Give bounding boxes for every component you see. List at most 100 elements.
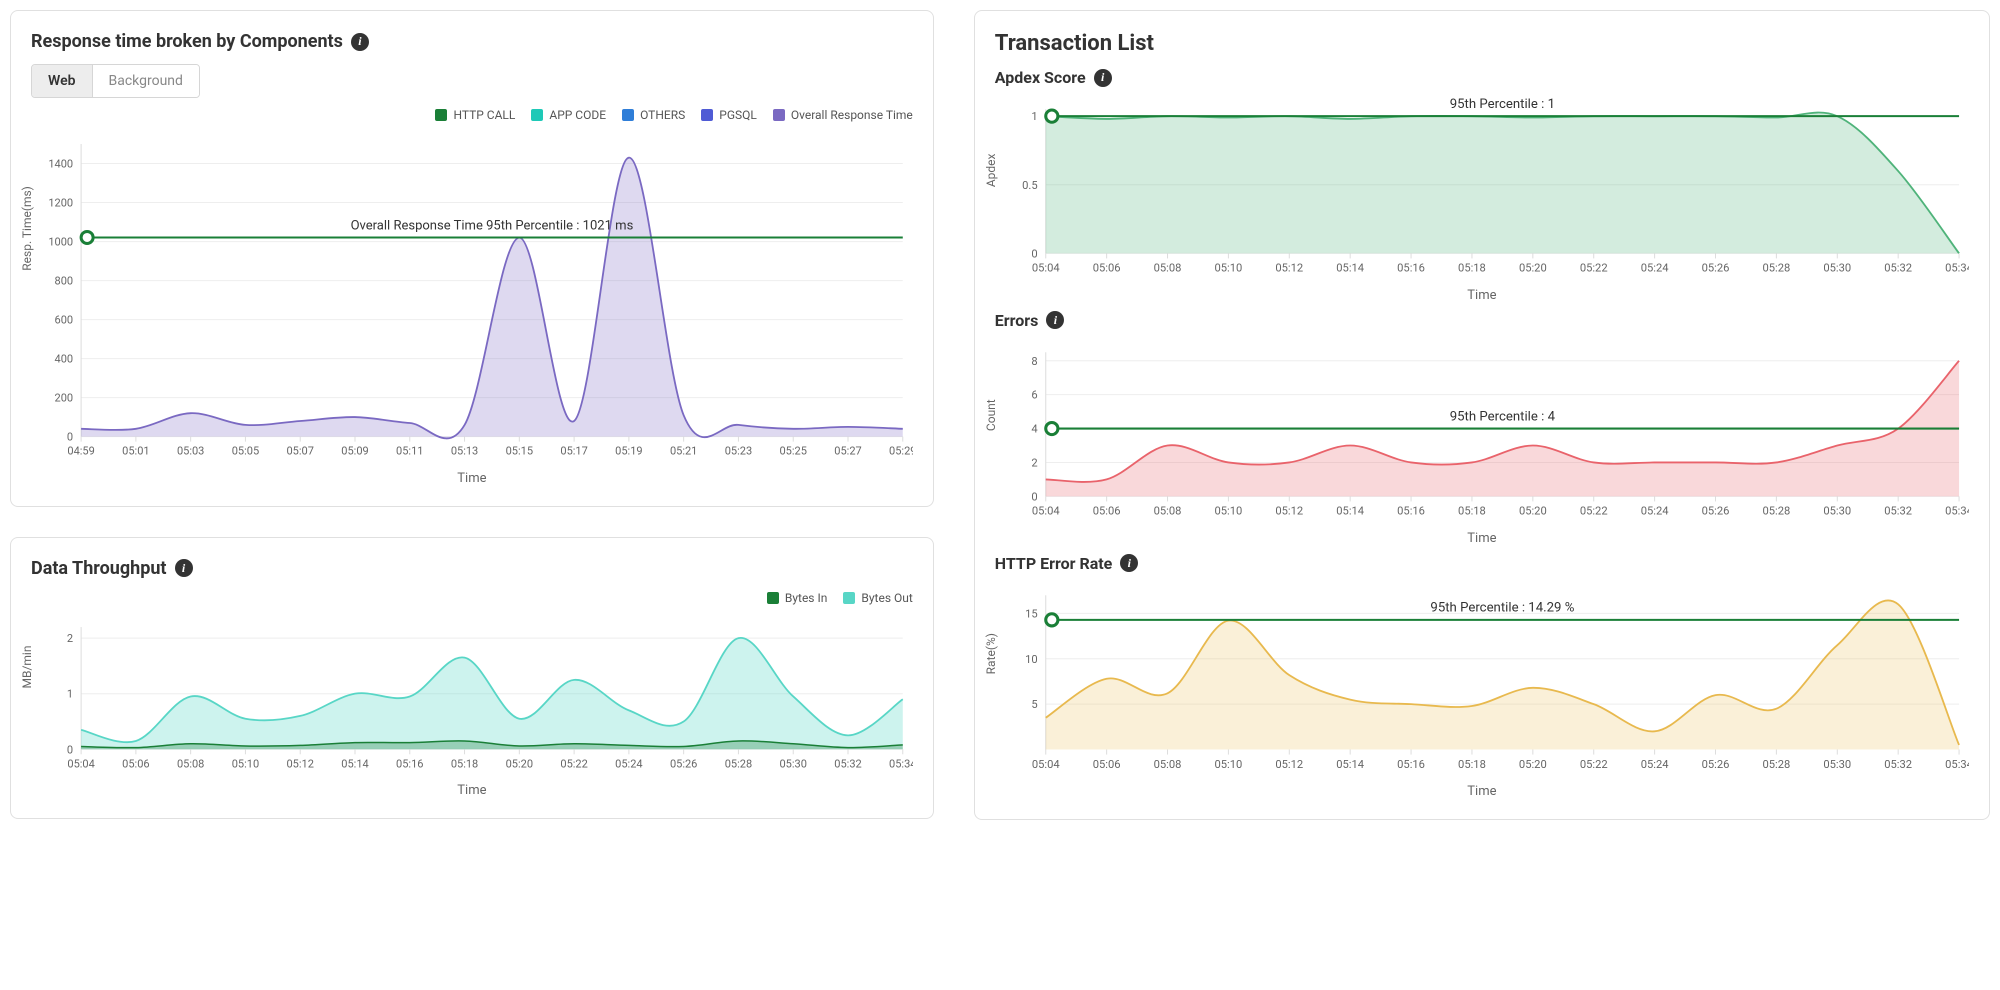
svg-text:05:03: 05:03	[177, 445, 204, 458]
svg-text:05:32: 05:32	[1884, 757, 1912, 770]
svg-text:05:16: 05:16	[396, 757, 423, 770]
svg-text:05:28: 05:28	[1762, 504, 1790, 517]
http-error-rate-chart: Rate(%) 5101595th Percentile : 14.29 %05…	[995, 577, 1969, 799]
svg-text:05:27: 05:27	[834, 445, 861, 458]
throughput-chart: MB/min 01205:0405:0605:0805:1005:1205:14…	[31, 609, 913, 798]
svg-text:05:24: 05:24	[1641, 757, 1670, 770]
svg-text:05:32: 05:32	[834, 757, 861, 770]
info-icon[interactable]: i	[351, 33, 369, 51]
xlabel: Time	[995, 531, 1969, 546]
svg-text:05:16: 05:16	[1397, 262, 1425, 275]
svg-text:04:59: 04:59	[67, 445, 94, 458]
svg-text:1: 1	[67, 687, 73, 700]
legend-bytes-in[interactable]: Bytes In	[767, 591, 828, 605]
svg-text:05:17: 05:17	[560, 445, 587, 458]
svg-text:05:07: 05:07	[286, 445, 313, 458]
legend-pgsql[interactable]: PGSQL	[701, 108, 757, 122]
svg-text:05:06: 05:06	[1093, 757, 1121, 770]
response-time-title-text: Response time broken by Components	[31, 31, 343, 52]
svg-text:05:08: 05:08	[177, 757, 204, 770]
svg-text:2: 2	[1031, 456, 1037, 469]
tab-background[interactable]: Background	[93, 65, 199, 97]
svg-text:05:06: 05:06	[1093, 262, 1121, 275]
svg-text:400: 400	[55, 353, 74, 366]
info-icon[interactable]: i	[175, 559, 193, 577]
svg-text:05:12: 05:12	[1275, 262, 1303, 275]
response-time-legend: HTTP CALL APP CODE OTHERS PGSQL Overall …	[31, 108, 913, 122]
svg-text:05:13: 05:13	[451, 445, 478, 458]
legend-others[interactable]: OTHERS	[622, 108, 685, 122]
apdex-title: Apdex Score i	[995, 68, 1969, 87]
svg-text:8: 8	[1031, 355, 1037, 368]
info-icon[interactable]: i	[1094, 69, 1112, 87]
tab-web[interactable]: Web	[32, 65, 93, 97]
svg-text:600: 600	[55, 314, 74, 327]
svg-text:0: 0	[1031, 490, 1037, 503]
svg-text:1400: 1400	[48, 158, 73, 171]
svg-text:05:24: 05:24	[1641, 262, 1670, 275]
svg-text:05:30: 05:30	[1823, 757, 1851, 770]
svg-text:05:12: 05:12	[1275, 757, 1303, 770]
throughput-title: Data Throughput i	[31, 558, 913, 579]
response-time-chart: Resp. Time(ms) 0200400600800100012001400…	[31, 126, 913, 486]
svg-text:05:34: 05:34	[1945, 757, 1969, 770]
http-error-rate-title: HTTP Error Rate i	[995, 554, 1969, 573]
svg-text:Overall Response Time 95th Per: Overall Response Time 95th Percentile : …	[351, 218, 634, 233]
svg-text:05:06: 05:06	[122, 757, 149, 770]
errors-chart: Count 0246895th Percentile : 405:0405:06…	[995, 334, 1969, 546]
legend-bytes-out[interactable]: Bytes Out	[843, 591, 912, 605]
ylabel: MB/min	[20, 646, 34, 689]
svg-text:05:29: 05:29	[889, 445, 913, 458]
svg-text:05:34: 05:34	[1945, 504, 1969, 517]
svg-text:05:14: 05:14	[1336, 504, 1365, 517]
svg-text:05:20: 05:20	[1519, 504, 1547, 517]
throughput-panel: Data Throughput i Bytes In Bytes Out MB/…	[10, 537, 934, 819]
legend-http-call[interactable]: HTTP CALL	[435, 108, 515, 122]
info-icon[interactable]: i	[1120, 554, 1138, 572]
svg-text:05:22: 05:22	[1580, 757, 1608, 770]
svg-text:05:16: 05:16	[1397, 757, 1425, 770]
info-icon[interactable]: i	[1046, 311, 1064, 329]
svg-text:05:12: 05:12	[1275, 504, 1303, 517]
svg-text:1: 1	[1031, 110, 1037, 123]
svg-text:05:14: 05:14	[1336, 757, 1365, 770]
svg-text:05:04: 05:04	[1032, 262, 1061, 275]
svg-text:05:08: 05:08	[1153, 504, 1181, 517]
svg-text:5: 5	[1031, 698, 1037, 711]
svg-text:2: 2	[67, 632, 73, 645]
svg-text:05:08: 05:08	[1153, 262, 1181, 275]
svg-text:05:10: 05:10	[1214, 262, 1242, 275]
svg-text:05:18: 05:18	[1458, 262, 1486, 275]
svg-text:05:20: 05:20	[506, 757, 533, 770]
xlabel: Time	[31, 783, 913, 798]
svg-text:05:26: 05:26	[1701, 262, 1729, 275]
xlabel: Time	[995, 784, 1969, 799]
svg-text:05:26: 05:26	[670, 757, 697, 770]
svg-text:05:25: 05:25	[780, 445, 807, 458]
svg-text:0: 0	[67, 431, 73, 444]
ylabel: Rate(%)	[984, 633, 998, 674]
ylabel: Resp. Time(ms)	[20, 186, 34, 271]
svg-text:05:08: 05:08	[1153, 757, 1181, 770]
svg-text:1000: 1000	[48, 236, 73, 249]
svg-text:05:32: 05:32	[1884, 504, 1912, 517]
svg-text:05:10: 05:10	[232, 757, 259, 770]
svg-text:0.5: 0.5	[1022, 179, 1037, 192]
throughput-legend: Bytes In Bytes Out	[31, 591, 913, 605]
svg-text:05:14: 05:14	[1336, 262, 1365, 275]
svg-text:05:22: 05:22	[560, 757, 587, 770]
svg-text:05:09: 05:09	[341, 445, 368, 458]
svg-text:15: 15	[1025, 607, 1038, 620]
response-time-title: Response time broken by Components i	[31, 31, 913, 52]
svg-text:05:28: 05:28	[725, 757, 752, 770]
svg-text:05:18: 05:18	[1458, 504, 1486, 517]
legend-app-code[interactable]: APP CODE	[531, 108, 606, 122]
throughput-title-text: Data Throughput	[31, 558, 167, 579]
transaction-list-panel: Transaction List Apdex Score i Apdex 00.…	[974, 10, 1990, 820]
svg-text:05:01: 05:01	[122, 445, 149, 458]
svg-text:05:23: 05:23	[725, 445, 752, 458]
legend-overall[interactable]: Overall Response Time	[773, 108, 913, 122]
svg-text:95th Percentile : 4: 95th Percentile : 4	[1450, 409, 1556, 424]
svg-text:05:22: 05:22	[1580, 504, 1608, 517]
svg-text:05:34: 05:34	[1945, 262, 1969, 275]
